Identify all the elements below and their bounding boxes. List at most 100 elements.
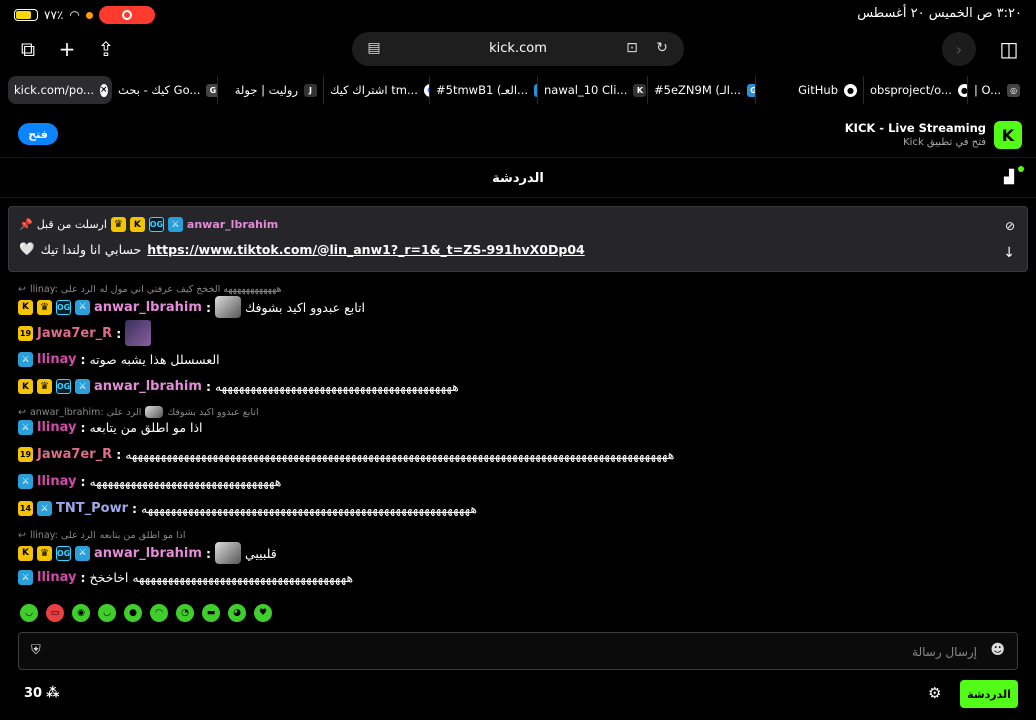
orange-indicator-icon [85, 11, 93, 19]
tab-label: #5tmwB1 (العـ... [436, 83, 529, 97]
colon: : [205, 545, 211, 561]
chat-message: ⚔ llinay : العسسلل هذا يشبه صوته [18, 352, 220, 367]
emote-cup-icon[interactable]: ◡ [20, 604, 38, 622]
reply-context: ↩ llinay: الرد على ههههههههههههه الخخخ ك… [18, 284, 282, 295]
moderator-badge-icon: ⚔ [37, 501, 52, 516]
colon: : [116, 325, 122, 341]
j-favicon-icon: J [304, 83, 317, 97]
chat-username[interactable]: TNT_Powr [56, 501, 128, 516]
tab-5tmwb1[interactable]: #5tmwB1 (العـ... G [430, 76, 538, 104]
tab-label: nawal_10 Cli... [544, 83, 628, 97]
emote-icon [214, 296, 241, 318]
expand-pin-icon[interactable]: ↓ [1003, 245, 1015, 261]
new-tab-icon[interactable]: + [52, 34, 82, 64]
address-bar[interactable]: ▤ kick.com ⊡ ↻ [352, 32, 684, 66]
chat-username[interactable]: llinay [37, 420, 76, 435]
reply-icon: ↩ [18, 530, 26, 541]
tab-label: kick.com/po... [14, 83, 95, 97]
close-icon[interactable]: × [100, 83, 108, 97]
tab-obsproject[interactable]: obsproject/o... ● [864, 76, 968, 104]
chat-username[interactable]: llinay [37, 352, 76, 367]
tab-roulette[interactable]: روليت | جولة J [218, 76, 324, 104]
chat-username[interactable]: Jawa7er_R [37, 447, 112, 462]
tab-github[interactable]: GitHub ● [756, 76, 864, 104]
tab-nawal-clip[interactable]: nawal_10 Cli... K [538, 76, 648, 104]
pin-icon: 📌 [19, 218, 33, 231]
tabs-overview-icon[interactable]: ⧉ [13, 34, 43, 64]
k-favicon-icon: K [633, 83, 647, 97]
chevron-right-icon: › [955, 39, 963, 59]
colon: : [205, 299, 211, 315]
emote-wink-icon[interactable]: ◕ [228, 604, 246, 622]
shield-icon[interactable]: ⛨ [31, 643, 41, 658]
chat-message: K ♛ OG ⚔ anwar_lbrahim : قلبييي [18, 542, 277, 564]
gear-icon[interactable]: ⚙ [928, 684, 941, 702]
colon: : [80, 570, 86, 585]
moderator-badge-icon: ⚔ [75, 545, 90, 561]
send-chat-button[interactable]: الدردشة [960, 680, 1018, 708]
tab-google-search[interactable]: كيك - بحث Go... G [112, 76, 218, 104]
tab-kick[interactable]: kick.com/po... × [8, 76, 112, 104]
tab-label: اشتراك كيك tm... [330, 83, 418, 97]
tab-kick-subscription[interactable]: اشتراك كيك tm... G [324, 76, 430, 104]
reply-icon: ↩ [18, 406, 26, 418]
app-banner: فتح KICK - Live Streaming فتح في تطبيق K… [0, 112, 1036, 158]
chat-username[interactable]: anwar_lbrahim [94, 379, 202, 394]
tab-5ezn9m[interactable]: #5eZN9M (الـ... G [648, 76, 756, 104]
og-badge-icon: OG [56, 545, 71, 561]
sidebar-toggle-icon[interactable]: ◫ [994, 34, 1024, 64]
pinned-user[interactable]: anwar_lbrahim [187, 218, 278, 231]
tab-label: obsproject/o... [870, 83, 952, 97]
chat-username[interactable]: llinay [37, 474, 76, 489]
crown-badge-icon: ♛ [110, 217, 126, 232]
emote-icon [145, 406, 164, 418]
chat-input[interactable] [59, 641, 977, 663]
pinned-link[interactable]: https://www.tiktok.com/@lin_anw1?_r=1&_t… [147, 242, 584, 257]
chat-username[interactable]: anwar_lbrahim [94, 546, 202, 561]
tab-label: كيك - بحث Go... [118, 83, 201, 97]
recording-indicator[interactable] [98, 6, 155, 24]
reload-icon[interactable]: ↻ [652, 40, 672, 58]
chat-text: اتابع عبدوو اكيد بشوفك [244, 299, 365, 315]
emote-smile-icon[interactable]: ◡ [98, 604, 116, 622]
forward-button[interactable]: › [942, 32, 976, 66]
sub-badge-icon: 19 [18, 447, 33, 462]
crown-badge-icon: ♛ [37, 545, 52, 561]
viewer-count-value: 30 [24, 686, 43, 701]
open-app-button[interactable]: فتح [18, 123, 58, 145]
chat-message: ⚔ llinay : اذا مو اطلق من يتابعه [18, 420, 203, 435]
hide-pin-icon[interactable]: ⊘ [1005, 219, 1015, 233]
tab-other[interactable]: | O... ◎ [968, 76, 1028, 104]
emote-grin-icon[interactable]: ◠ [150, 604, 168, 622]
pinned-by-label: ارسلت من قبل [36, 218, 107, 231]
users-icon[interactable]: ▟ [1004, 166, 1024, 186]
colon: : [80, 352, 86, 367]
moderator-badge-icon: ⚔ [18, 474, 33, 489]
chat-input-box: ⛨ ☻ [18, 632, 1018, 670]
emote-blob-icon[interactable]: ◔ [176, 604, 194, 622]
emoji-picker-icon[interactable]: ☻ [990, 642, 1005, 658]
chat-username[interactable]: Jawa7er_R [37, 326, 112, 341]
viewers-icon: ⁂ [46, 686, 60, 701]
tab-label: | O... [974, 83, 1002, 97]
sub-badge-icon: 14 [18, 501, 33, 516]
emote-eyes-icon[interactable]: ◉ [72, 604, 90, 622]
crown-badge-icon: ♛ [37, 299, 52, 315]
tab-strip: kick.com/po... × كيك - بحث Go... G روليت… [8, 76, 1028, 104]
globe-icon: ◎ [1007, 83, 1021, 97]
chat-username[interactable]: anwar_lbrahim [94, 300, 202, 315]
share-icon[interactable]: ⇪ [91, 34, 121, 64]
moderator-badge-icon: ⚔ [18, 352, 33, 367]
tab-label: روليت | جولة [234, 83, 298, 97]
chat-title: الدردشة [492, 171, 544, 186]
record-icon [121, 10, 132, 20]
emote-face-icon[interactable]: ● [124, 604, 142, 622]
emote-love-icon[interactable]: ♥ [254, 604, 272, 622]
chat-text: قلبييي [244, 545, 277, 561]
emote-angry-icon[interactable]: ▭ [46, 604, 64, 622]
tab-pin-icon[interactable]: ⊡ [622, 40, 642, 58]
chat-message: ⚔ llinay : ههههههههههههههههههههههههههههه… [18, 570, 353, 585]
chat-username[interactable]: llinay [37, 570, 76, 585]
emote-laugh-icon[interactable]: ▬ [202, 604, 220, 622]
chat-message: ⚔ llinay : ههههههههههههههههههههههههههههه… [18, 474, 281, 489]
